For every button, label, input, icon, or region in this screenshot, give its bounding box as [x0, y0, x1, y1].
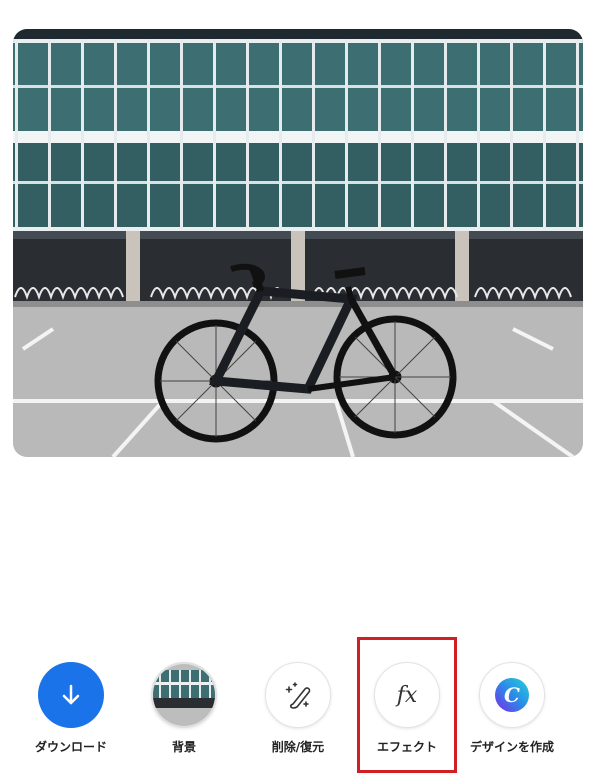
photo-building-bicycle: [13, 29, 583, 457]
erase-restore-button[interactable]: 削除/復元: [242, 648, 354, 755]
download-button[interactable]: ダウンロード: [15, 648, 127, 755]
erase-restore-circle[interactable]: [265, 662, 331, 728]
create-design-circle[interactable]: C: [479, 662, 545, 728]
erase-restore-label: 削除/復元: [271, 740, 325, 754]
arrow-down-icon: [62, 684, 80, 705]
effects-highlight-box: [357, 637, 457, 773]
canva-logo-icon: C: [495, 678, 529, 712]
create-design-label: デザインを作成: [469, 740, 554, 754]
svg-text:C: C: [504, 683, 520, 707]
background-label: 背景: [171, 740, 196, 754]
background-thumbnail[interactable]: [151, 662, 217, 728]
image-preview: [13, 29, 583, 457]
download-label: ダウンロード: [34, 740, 107, 754]
background-button[interactable]: 背景: [128, 648, 240, 755]
create-design-button[interactable]: C デザインを作成: [456, 648, 568, 755]
magic-brush-icon: [285, 682, 311, 709]
bottom-toolbar: ダウンロード 背景 削除/復元 fx エフェクト C デザインを作成: [0, 648, 600, 768]
download-circle[interactable]: [38, 662, 104, 728]
background-thumbnail-image: [153, 664, 215, 726]
